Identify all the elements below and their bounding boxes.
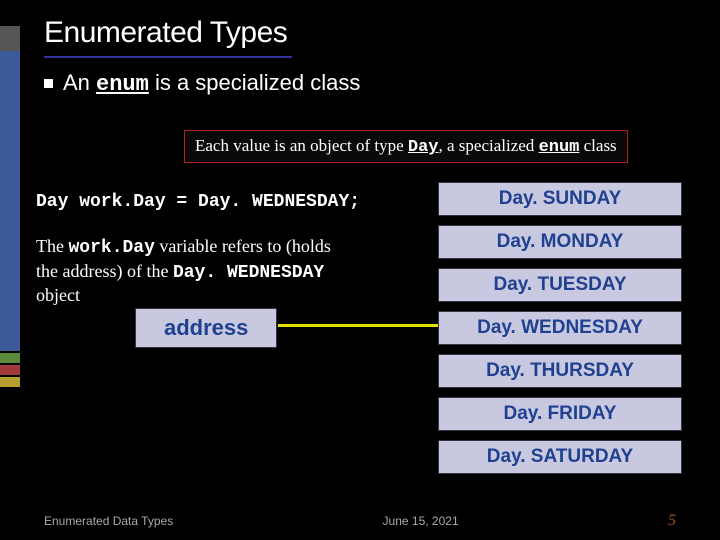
- explain-l1-mono: work.Day: [68, 238, 154, 258]
- bullet-post: is a specialized class: [149, 70, 361, 95]
- bullet-enum: enum: [96, 72, 149, 97]
- accent-seg-red: [0, 365, 20, 375]
- explain-l1-pre: The: [36, 236, 68, 256]
- explain-l1-post: variable refers to (holds: [155, 236, 331, 256]
- day-sunday: Day. SUNDAY: [438, 182, 682, 216]
- bullet-line: An enum is a specialized class: [44, 70, 360, 97]
- page-title: Enumerated Types: [44, 16, 287, 50]
- bullet-text: An enum is a specialized class: [63, 70, 360, 97]
- bullet-pre: An: [63, 70, 96, 95]
- day-monday: Day. MONDAY: [438, 225, 682, 259]
- accent-seg-green: [0, 353, 20, 363]
- explain-l2-pre: the address) of the: [36, 261, 173, 281]
- accent-seg-blue: [0, 51, 20, 351]
- day-friday: Day. FRIDAY: [438, 397, 682, 431]
- day-saturday: Day. SATURDAY: [438, 440, 682, 474]
- code-line: Day work.Day = Day. WEDNESDAY;: [36, 192, 360, 212]
- caption-day: Day: [408, 138, 439, 157]
- accent-seg-gray: [0, 26, 20, 51]
- pointer-arrow: [278, 324, 438, 327]
- caption-pre: Each value is an object of type: [195, 136, 408, 155]
- day-list: Day. SUNDAY Day. MONDAY Day. TUESDAY Day…: [438, 182, 682, 474]
- caption-mid: , a specialized: [439, 136, 539, 155]
- accent-seg-yellow: [0, 377, 20, 387]
- explanation-text: The work.Day variable refers to (holds t…: [36, 235, 376, 307]
- footer-center: June 15, 2021: [383, 514, 459, 528]
- accent-sidebar: [0, 26, 20, 426]
- footer-page-number: 5: [668, 512, 676, 530]
- day-tuesday: Day. TUESDAY: [438, 268, 682, 302]
- caption-box: Each value is an object of type Day, a s…: [184, 130, 628, 163]
- caption-enum: enum: [539, 138, 580, 157]
- explain-l3: object: [36, 285, 80, 305]
- bullet-icon: [44, 79, 53, 88]
- explain-l2-mono: Day. WEDNESDAY: [173, 263, 324, 283]
- footer: Enumerated Data Types June 15, 2021 5: [0, 512, 720, 530]
- day-wednesday: Day. WEDNESDAY: [438, 311, 682, 345]
- footer-left: Enumerated Data Types: [44, 514, 173, 528]
- address-box: address: [135, 308, 277, 348]
- caption-post: class: [579, 136, 616, 155]
- day-thursday: Day. THURSDAY: [438, 354, 682, 388]
- title-underline: [44, 56, 292, 58]
